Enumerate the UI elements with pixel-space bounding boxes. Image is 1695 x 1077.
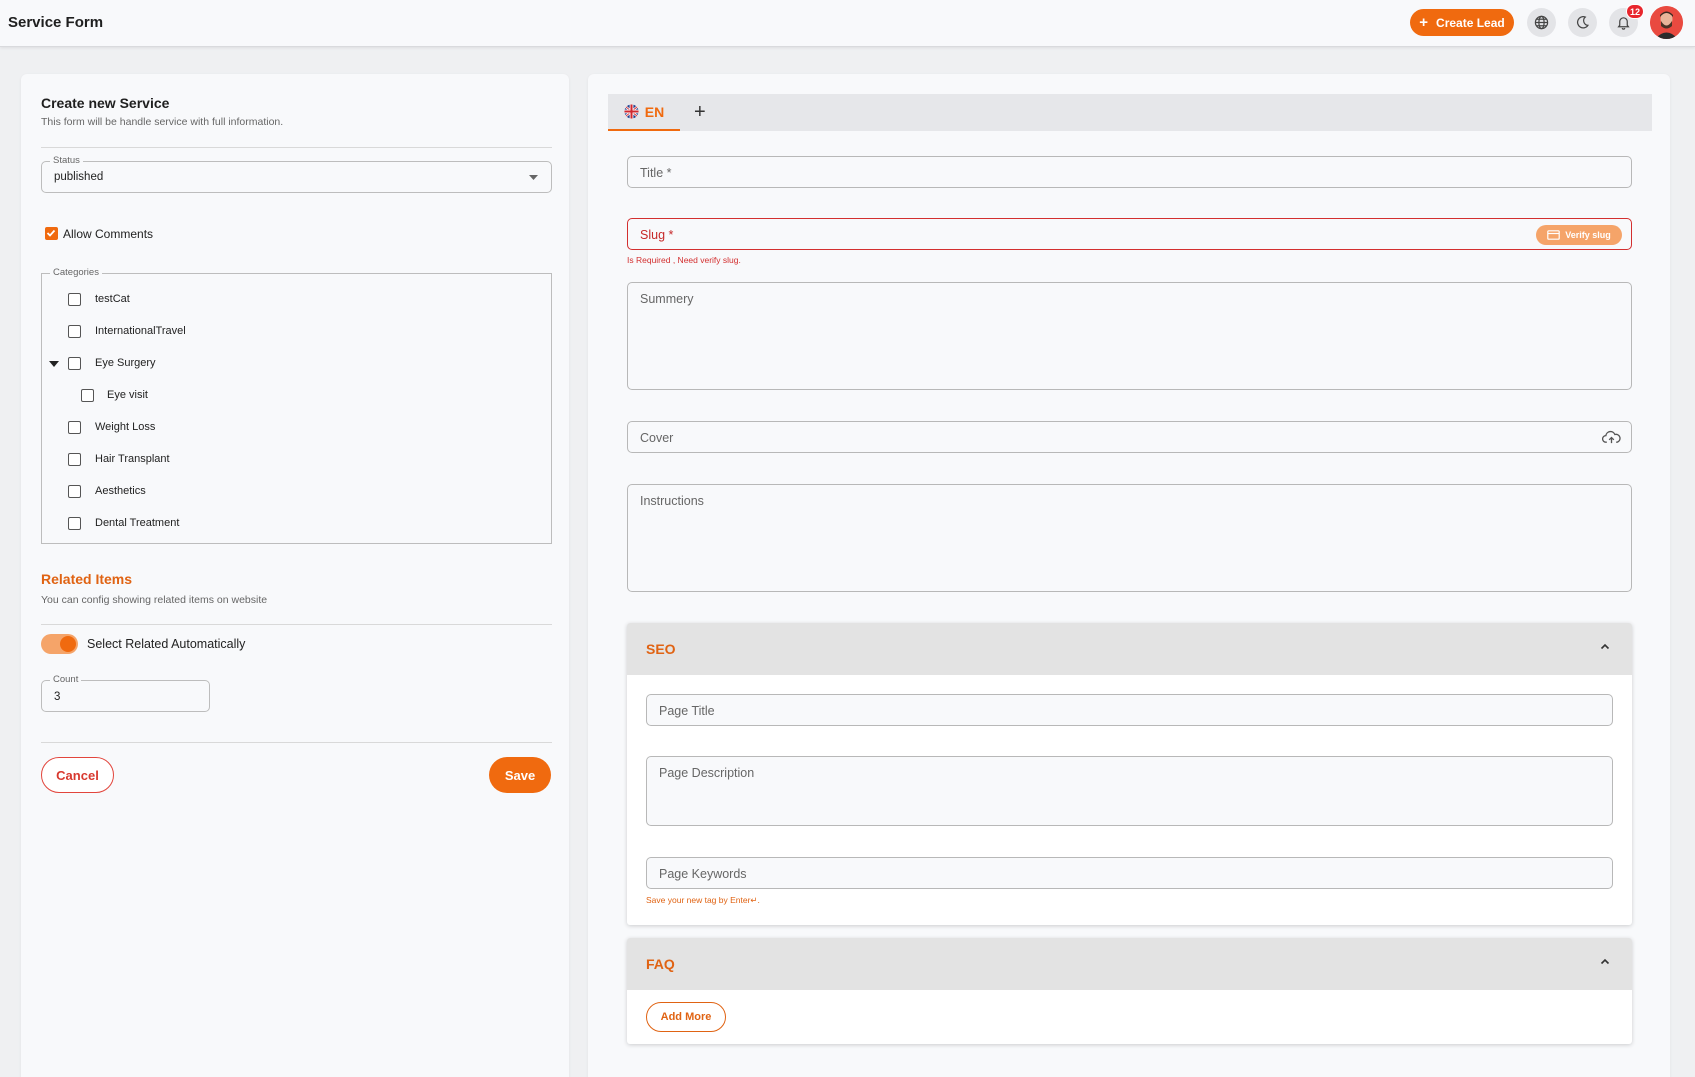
seo-accordion: SEO Page Title Page Description Page Key…	[627, 623, 1632, 925]
category-checkbox-aesthetics[interactable]	[68, 485, 81, 498]
language-tabs: EN +	[608, 94, 1652, 131]
count-value: 3	[54, 691, 61, 703]
category-checkbox-dental-treatment[interactable]	[68, 517, 81, 530]
seo-title: SEO	[646, 641, 676, 657]
page-description-placeholder: Page Description	[659, 766, 755, 780]
status-value: published	[54, 171, 104, 183]
page-title: Service Form	[8, 14, 104, 31]
chevron-up-icon	[1600, 958, 1610, 965]
category-label: Aesthetics	[95, 485, 146, 497]
page-title-input[interactable]: Page Title	[646, 694, 1613, 726]
related-items-subtitle: You can config showing related items on …	[41, 594, 268, 606]
summery-textarea[interactable]: Summery	[627, 282, 1632, 390]
instructions-textarea[interactable]: Instructions	[627, 484, 1632, 592]
avatar[interactable]	[1650, 6, 1683, 39]
category-checkbox-internationaltravel[interactable]	[68, 325, 81, 338]
tab-en[interactable]: EN	[608, 94, 680, 131]
notifications-button[interactable]: 12	[1609, 4, 1644, 37]
notification-badge: 12	[1625, 4, 1644, 19]
seo-accordion-header[interactable]: SEO	[627, 623, 1632, 675]
summery-placeholder: Summery	[640, 292, 694, 306]
title-input[interactable]: Title *	[627, 156, 1632, 188]
service-settings-card: Create new Service This form will be han…	[21, 74, 569, 1077]
add-language-button[interactable]: +	[694, 100, 706, 124]
instructions-placeholder: Instructions	[640, 494, 704, 508]
category-checkbox-testcat[interactable]	[68, 293, 81, 306]
create-lead-button[interactable]: + Create Lead	[1410, 9, 1514, 36]
toggle-knob	[60, 636, 76, 652]
categories-tree: Categories	[41, 267, 552, 544]
allow-comments-checkbox[interactable]	[45, 227, 58, 240]
page-keywords-input[interactable]: Page Keywords	[646, 857, 1613, 889]
title-placeholder: Title *	[640, 166, 672, 180]
tab-en-label: EN	[644, 103, 665, 120]
language-button[interactable]	[1527, 8, 1556, 37]
category-label: testCat	[95, 293, 130, 305]
faq-accordion-header[interactable]: FAQ	[627, 938, 1632, 990]
slug-error: Is Required , Need verify slug.	[627, 255, 741, 265]
count-legend: Count	[50, 674, 82, 686]
cloud-upload-icon[interactable]	[1602, 430, 1621, 445]
status-select[interactable]: Status published	[41, 155, 552, 193]
add-more-button[interactable]: Add More	[646, 1002, 726, 1032]
category-checkbox-eye-surgery[interactable]	[68, 357, 81, 370]
verify-slug-label: Verify slug	[1565, 230, 1611, 240]
keywords-hint: Save your new tag by Enter↵.	[646, 895, 760, 905]
plus-icon: +	[1419, 14, 1429, 31]
category-label: InternationalTravel	[95, 325, 186, 337]
status-legend: Status	[50, 155, 83, 167]
form-title: Create new Service	[41, 95, 170, 111]
divider	[41, 624, 552, 625]
uk-flag-icon	[624, 104, 639, 119]
allow-comments-label: Allow Comments	[63, 227, 154, 241]
checkmark-icon	[46, 229, 56, 237]
card-icon	[1547, 230, 1561, 240]
category-label: Eye visit	[107, 389, 148, 401]
category-label: Hair Transplant	[95, 453, 170, 465]
select-related-toggle[interactable]	[41, 634, 78, 654]
category-label: Dental Treatment	[95, 517, 180, 529]
faq-accordion: FAQ Add More	[627, 938, 1632, 1044]
globe-icon	[1534, 15, 1549, 30]
theme-toggle-button[interactable]	[1568, 8, 1597, 37]
categories-legend: Categories	[50, 267, 102, 279]
category-label: Eye Surgery	[95, 357, 156, 369]
category-label: Weight Loss	[95, 421, 156, 433]
divider	[41, 147, 552, 148]
page-description-textarea[interactable]: Page Description	[646, 756, 1613, 826]
chevron-up-icon	[1600, 643, 1610, 650]
caret-down-icon[interactable]	[49, 361, 59, 367]
slug-placeholder: Slug *	[640, 228, 674, 242]
verify-slug-button[interactable]: Verify slug	[1536, 225, 1622, 245]
cover-upload-input[interactable]: Cover	[627, 421, 1632, 453]
moon-icon	[1577, 16, 1589, 29]
form-subtitle: This form will be handle service with fu…	[41, 116, 284, 128]
slug-input[interactable]: Slug * Verify slug	[627, 218, 1632, 250]
category-checkbox-hair-transplant[interactable]	[68, 453, 81, 466]
save-button[interactable]: Save	[489, 757, 551, 793]
category-checkbox-eye-visit[interactable]	[81, 389, 94, 402]
service-content-card: EN + Title * Slug * Verify slug Is Requi…	[588, 74, 1670, 1077]
count-input[interactable]: Count 3	[41, 674, 210, 712]
select-related-label: Select Related Automatically	[87, 637, 246, 651]
divider	[41, 742, 552, 743]
page-keywords-placeholder: Page Keywords	[659, 867, 747, 881]
faq-title: FAQ	[646, 956, 675, 972]
dropdown-arrow-icon	[529, 175, 538, 180]
related-items-title: Related Items	[41, 571, 133, 587]
top-bar: Service Form + Create Lead 12	[0, 0, 1695, 47]
page-title-placeholder: Page Title	[659, 704, 715, 718]
cover-placeholder: Cover	[640, 431, 674, 445]
category-checkbox-weight-loss[interactable]	[68, 421, 81, 434]
cancel-button[interactable]: Cancel	[41, 757, 114, 793]
create-lead-label: Create Lead	[1436, 15, 1505, 30]
